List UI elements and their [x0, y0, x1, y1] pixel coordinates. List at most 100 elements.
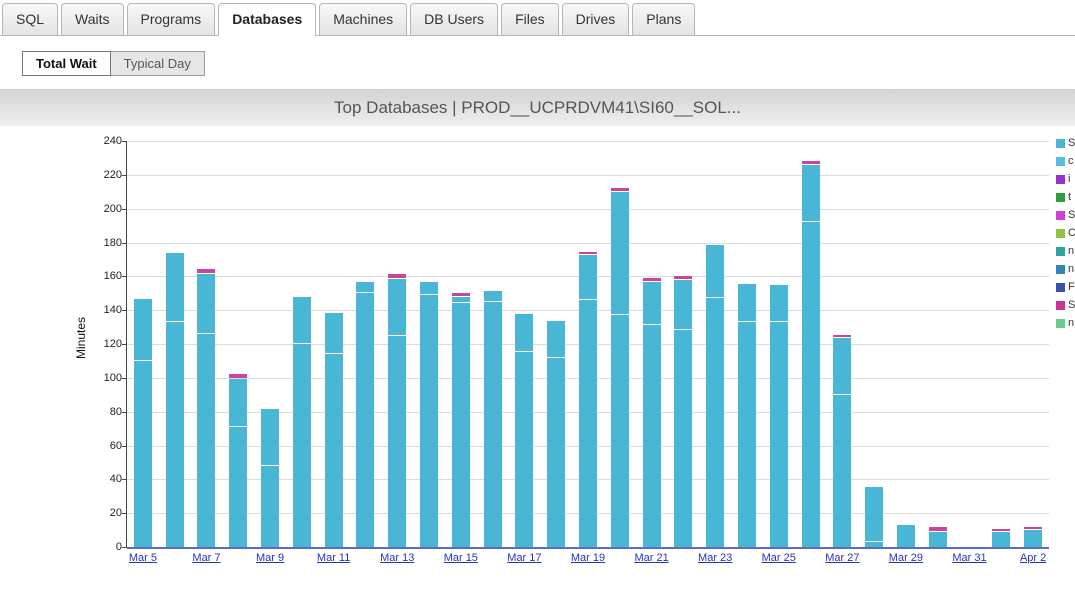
bar-segment-mar-24[interactable]	[737, 322, 756, 547]
legend-item[interactable]: t	[1056, 188, 1075, 206]
bar-segment-mar-9[interactable]	[261, 465, 280, 547]
bar-segment-mar-28[interactable]	[865, 541, 884, 547]
bar-segment-mar-15[interactable]	[451, 292, 470, 297]
bar-segment-mar-27[interactable]	[833, 394, 852, 547]
bar-segment-mar-6[interactable]	[165, 322, 184, 547]
bar-segment-mar-30[interactable]	[928, 527, 947, 531]
bar-segment-mar-27[interactable]	[833, 335, 852, 337]
bar-segment-mar-21[interactable]	[642, 282, 661, 325]
legend-item[interactable]: S	[1056, 296, 1075, 314]
bar-segment-mar-11[interactable]	[324, 354, 343, 547]
x-axis-date-link[interactable]: Mar 17	[494, 552, 554, 564]
bar-segment-mar-12[interactable]	[356, 293, 375, 547]
tab-waits[interactable]: Waits	[61, 3, 124, 35]
tab-drives[interactable]: Drives	[561, 3, 630, 35]
bar-segment-mar-25[interactable]	[769, 322, 788, 547]
bar-segment-mar-10[interactable]	[292, 297, 311, 343]
bar-segment-mar-20[interactable]	[610, 315, 629, 547]
bar-segment-mar-5[interactable]	[133, 360, 152, 547]
bar-segment-mar-18[interactable]	[547, 357, 566, 547]
bar-segment-mar-22[interactable]	[674, 330, 693, 547]
tab-sql[interactable]: SQL	[2, 3, 59, 35]
bar-segment-mar-15[interactable]	[451, 303, 470, 547]
legend-item[interactable]: n	[1056, 242, 1075, 260]
tab-databases[interactable]: Databases	[218, 3, 317, 36]
bar-segment-mar-11[interactable]	[324, 312, 343, 354]
bar-segment-mar-27[interactable]	[833, 337, 852, 394]
legend-item[interactable]: n	[1056, 260, 1075, 278]
legend-item[interactable]: F	[1056, 278, 1075, 296]
bar-segment-mar-8[interactable]	[229, 374, 248, 378]
bar-segment-mar-10[interactable]	[292, 344, 311, 547]
x-axis-date-link[interactable]: Mar 29	[876, 552, 936, 564]
total-wait-button[interactable]: Total Wait	[22, 51, 111, 76]
x-axis-date-link[interactable]: Apr 2	[1003, 552, 1063, 564]
bar-segment-mar-16[interactable]	[483, 290, 502, 301]
bar-segment-mar-19[interactable]	[579, 300, 597, 547]
bar-segment-mar-30[interactable]	[928, 531, 947, 547]
x-axis-date-link[interactable]: Mar 15	[431, 552, 491, 564]
bar-segment-mar-5[interactable]	[133, 299, 152, 360]
legend-item[interactable]: n	[1056, 314, 1075, 332]
bar-segment-mar-7[interactable]	[197, 273, 216, 333]
bar-segment-mar-26[interactable]	[801, 160, 820, 165]
tab-programs[interactable]: Programs	[126, 3, 216, 35]
bar-segment-mar-13[interactable]	[388, 278, 407, 335]
bar-segment-mar-24[interactable]	[737, 283, 756, 321]
typical-day-button[interactable]: Typical Day	[109, 51, 205, 76]
x-axis-date-link[interactable]: Mar 27	[812, 552, 872, 564]
x-axis-date-link[interactable]: Mar 7	[176, 552, 236, 564]
x-axis-date-link[interactable]: Mar 23	[685, 552, 745, 564]
bar-segment-mar-28[interactable]	[865, 486, 884, 541]
tab-files[interactable]: Files	[501, 3, 559, 35]
bar-segment-mar-13[interactable]	[388, 274, 407, 278]
legend-item[interactable]: C	[1056, 224, 1075, 242]
bar-segment-mar-7[interactable]	[197, 333, 216, 547]
bar-segment-mar-20[interactable]	[610, 188, 629, 192]
bar-segment-mar-17[interactable]	[515, 352, 534, 547]
bar-segment-mar-22[interactable]	[674, 276, 693, 280]
bar-segment-mar-23[interactable]	[706, 244, 725, 298]
bar-segment-mar-19[interactable]	[579, 255, 597, 299]
x-axis-date-link[interactable]: Mar 9	[240, 552, 300, 564]
x-axis-date-link[interactable]: Mar 13	[367, 552, 427, 564]
legend-item[interactable]: S	[1056, 134, 1075, 152]
bar-segment-mar-16[interactable]	[483, 301, 502, 547]
bar-segment-mar-8[interactable]	[229, 426, 248, 547]
bar-segment-apr-2[interactable]	[1024, 527, 1043, 530]
bar-segment-mar-14[interactable]	[420, 294, 439, 547]
bar-segment-mar-12[interactable]	[356, 282, 375, 293]
legend-item[interactable]: c	[1056, 152, 1075, 170]
tab-plans[interactable]: Plans	[632, 3, 696, 35]
bar-segment-mar-22[interactable]	[674, 280, 693, 330]
bar-segment-mar-14[interactable]	[420, 282, 439, 294]
bar-segment-apr-2[interactable]	[1024, 530, 1043, 547]
x-axis-date-link[interactable]: Mar 19	[558, 552, 618, 564]
x-axis-date-link[interactable]: Mar 21	[622, 552, 682, 564]
bar-segment-mar-25[interactable]	[769, 285, 788, 321]
x-axis-date-link[interactable]: Mar 5	[113, 552, 173, 564]
bar-segment-mar-29[interactable]	[896, 525, 915, 547]
x-axis-date-link[interactable]: Mar 31	[940, 552, 1000, 564]
x-axis-date-link[interactable]: Mar 25	[749, 552, 809, 564]
bar-segment-mar-23[interactable]	[706, 298, 725, 547]
tab-machines[interactable]: Machines	[319, 3, 408, 35]
bar-segment-mar-8[interactable]	[229, 378, 248, 426]
tab-db-users[interactable]: DB Users	[410, 3, 499, 35]
bar-segment-apr-1[interactable]	[992, 531, 1011, 547]
bar-segment-mar-21[interactable]	[642, 277, 661, 282]
bar-segment-mar-20[interactable]	[610, 192, 629, 315]
legend-item[interactable]: S	[1056, 206, 1075, 224]
legend-item[interactable]: i	[1056, 170, 1075, 188]
bar-segment-mar-21[interactable]	[642, 325, 661, 547]
x-axis-date-link[interactable]: Mar 11	[304, 552, 364, 564]
bar-segment-mar-18[interactable]	[547, 321, 566, 357]
bar-segment-mar-7[interactable]	[197, 269, 216, 273]
bar-segment-mar-26[interactable]	[801, 165, 820, 222]
bar-segment-mar-19[interactable]	[579, 252, 597, 255]
bar-segment-mar-6[interactable]	[165, 253, 184, 321]
bar-segment-mar-15[interactable]	[451, 297, 470, 303]
bar-segment-mar-9[interactable]	[261, 408, 280, 465]
bar-segment-mar-17[interactable]	[515, 314, 534, 352]
bar-segment-mar-13[interactable]	[388, 335, 407, 547]
